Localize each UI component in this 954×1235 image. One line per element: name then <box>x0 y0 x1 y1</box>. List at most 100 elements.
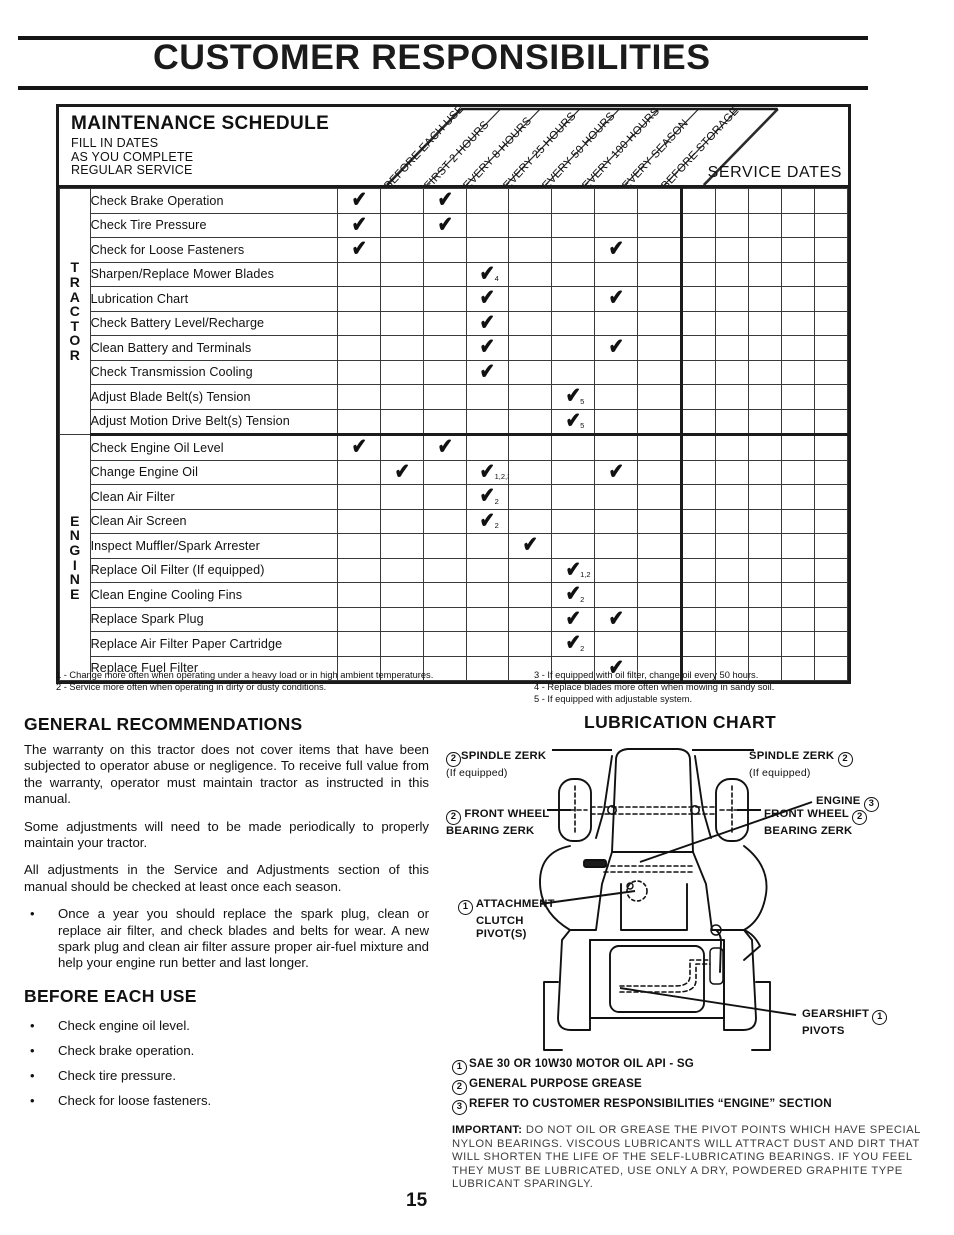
service-date-cell[interactable] <box>813 188 849 214</box>
service-date-cell[interactable] <box>714 459 749 485</box>
service-date-cell[interactable] <box>747 557 782 583</box>
service-date-cell[interactable] <box>780 408 815 436</box>
interval-cell[interactable]: ✔ <box>337 212 381 238</box>
service-date-cell[interactable] <box>813 434 849 461</box>
service-date-cell[interactable] <box>680 212 716 238</box>
service-date-cell[interactable] <box>714 434 749 461</box>
service-date-cell[interactable] <box>747 237 782 263</box>
interval-cell[interactable] <box>422 484 467 510</box>
service-date-cell[interactable] <box>780 335 815 361</box>
interval-cell[interactable]: ✔ <box>551 606 595 632</box>
service-date-cell[interactable] <box>747 188 782 214</box>
interval-cell[interactable] <box>636 188 683 214</box>
interval-cell[interactable] <box>337 533 381 559</box>
interval-cell[interactable] <box>593 557 638 583</box>
interval-cell[interactable] <box>465 557 510 583</box>
interval-cell[interactable] <box>337 631 381 657</box>
service-date-cell[interactable] <box>680 606 716 632</box>
interval-cell[interactable] <box>508 286 553 312</box>
interval-cell[interactable] <box>465 188 510 214</box>
interval-cell[interactable] <box>380 533 424 559</box>
interval-cell[interactable] <box>337 557 381 583</box>
interval-cell[interactable] <box>422 557 467 583</box>
service-date-cell[interactable] <box>813 459 849 485</box>
interval-cell[interactable] <box>593 384 638 410</box>
service-date-cell[interactable] <box>714 582 749 608</box>
interval-cell[interactable]: ✔ 2 <box>551 631 595 657</box>
interval-cell[interactable] <box>593 508 638 534</box>
service-date-cell[interactable] <box>813 557 849 583</box>
service-date-cell[interactable] <box>780 434 815 461</box>
interval-cell[interactable] <box>551 261 595 287</box>
service-date-cell[interactable] <box>714 261 749 287</box>
interval-cell[interactable] <box>380 384 424 410</box>
service-date-cell[interactable] <box>813 508 849 534</box>
interval-cell[interactable] <box>337 606 381 632</box>
interval-cell[interactable]: ✔ 2 <box>551 582 595 608</box>
service-date-cell[interactable] <box>747 606 782 632</box>
interval-cell[interactable]: ✔ <box>508 533 553 559</box>
interval-cell[interactable] <box>337 359 381 385</box>
service-date-cell[interactable] <box>714 557 749 583</box>
service-date-cell[interactable] <box>780 582 815 608</box>
interval-cell[interactable] <box>508 606 553 632</box>
interval-cell[interactable] <box>593 359 638 385</box>
service-date-cell[interactable] <box>813 384 849 410</box>
interval-cell[interactable] <box>508 508 553 534</box>
interval-cell[interactable] <box>465 606 510 632</box>
interval-cell[interactable] <box>636 557 683 583</box>
interval-cell[interactable] <box>422 582 467 608</box>
service-date-cell[interactable] <box>680 188 716 214</box>
interval-cell[interactable]: ✔ <box>337 237 381 263</box>
service-date-cell[interactable] <box>813 261 849 287</box>
interval-cell[interactable] <box>465 631 510 657</box>
interval-cell[interactable] <box>380 335 424 361</box>
interval-cell[interactable] <box>380 261 424 287</box>
interval-cell[interactable] <box>593 533 638 559</box>
interval-cell[interactable] <box>465 582 510 608</box>
service-date-cell[interactable] <box>714 335 749 361</box>
service-date-cell[interactable] <box>680 335 716 361</box>
service-date-cell[interactable] <box>813 484 849 510</box>
interval-cell[interactable] <box>636 261 683 287</box>
interval-cell[interactable] <box>422 310 467 336</box>
service-date-cell[interactable] <box>780 384 815 410</box>
interval-cell[interactable] <box>380 508 424 534</box>
interval-cell[interactable] <box>380 434 424 461</box>
interval-cell[interactable] <box>593 212 638 238</box>
service-date-cell[interactable] <box>813 212 849 238</box>
service-date-cell[interactable] <box>780 606 815 632</box>
service-date-cell[interactable] <box>780 459 815 485</box>
service-date-cell[interactable] <box>813 533 849 559</box>
interval-cell[interactable] <box>551 434 595 461</box>
interval-cell[interactable]: ✔ <box>465 359 510 385</box>
interval-cell[interactable] <box>551 237 595 263</box>
interval-cell[interactable]: ✔ <box>422 188 467 214</box>
interval-cell[interactable]: ✔ <box>593 335 638 361</box>
interval-cell[interactable] <box>422 384 467 410</box>
interval-cell[interactable] <box>551 508 595 534</box>
interval-cell[interactable] <box>636 631 683 657</box>
service-date-cell[interactable] <box>780 484 815 510</box>
service-date-cell[interactable] <box>813 582 849 608</box>
interval-cell[interactable] <box>380 582 424 608</box>
service-date-cell[interactable] <box>813 408 849 436</box>
service-date-cell[interactable] <box>714 188 749 214</box>
service-date-cell[interactable] <box>680 286 716 312</box>
interval-cell[interactable] <box>337 408 381 436</box>
service-date-cell[interactable] <box>680 484 716 510</box>
service-date-cell[interactable] <box>680 310 716 336</box>
service-date-cell[interactable] <box>747 286 782 312</box>
interval-cell[interactable] <box>422 359 467 385</box>
interval-cell[interactable] <box>636 606 683 632</box>
interval-cell[interactable] <box>508 188 553 214</box>
interval-cell[interactable] <box>551 359 595 385</box>
service-date-cell[interactable] <box>747 434 782 461</box>
interval-cell[interactable] <box>636 408 683 436</box>
service-date-cell[interactable] <box>747 484 782 510</box>
interval-cell[interactable] <box>593 310 638 336</box>
interval-cell[interactable] <box>422 237 467 263</box>
interval-cell[interactable] <box>593 188 638 214</box>
service-date-cell[interactable] <box>747 261 782 287</box>
interval-cell[interactable] <box>508 557 553 583</box>
